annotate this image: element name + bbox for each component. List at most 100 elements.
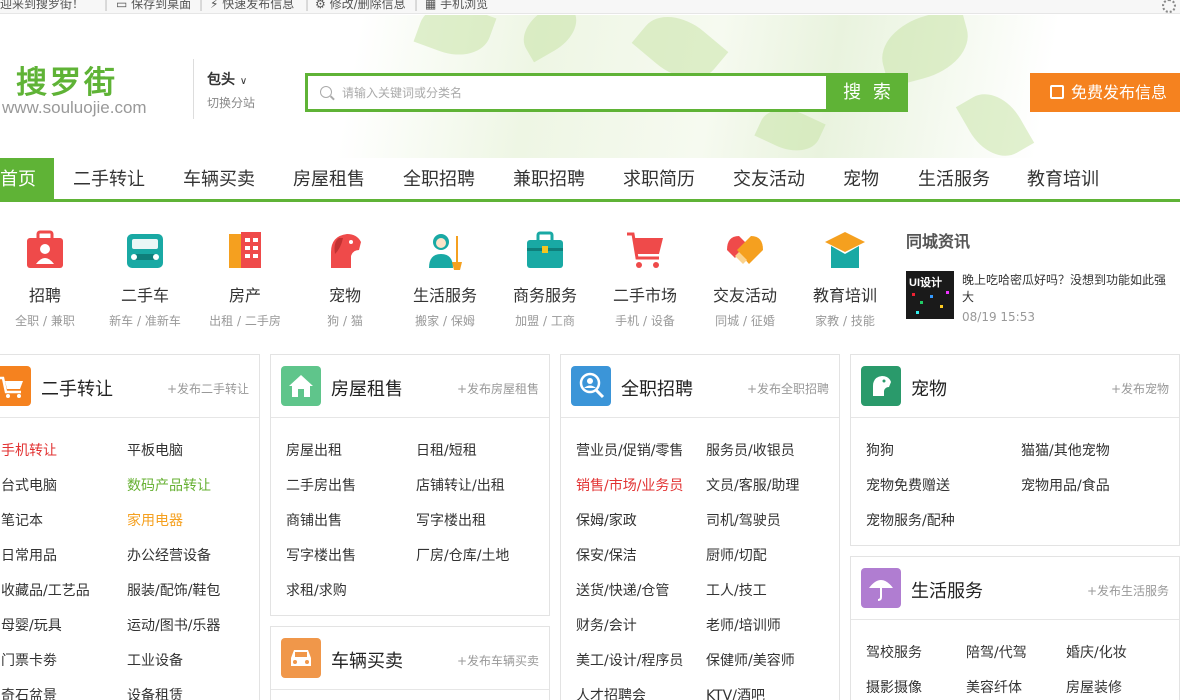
category-link[interactable]: 司机/驾驶员: [706, 510, 781, 530]
category-link[interactable]: 数码产品转让: [127, 475, 211, 495]
save-desktop-link[interactable]: ▭ 保存到桌面: [116, 0, 191, 10]
category-link[interactable]: 写字楼出租: [416, 510, 486, 530]
panel-post-link[interactable]: +发布全职招聘: [747, 380, 829, 397]
mobile-link[interactable]: ▦ 手机浏览: [425, 0, 488, 10]
quick-post-link[interactable]: ⚡ 快速发布信息: [210, 0, 294, 10]
nav-item-home[interactable]: 首页: [0, 158, 54, 199]
category-link[interactable]: 奇石盆景: [1, 685, 57, 700]
nav-item-resumes[interactable]: 求职简历: [623, 158, 695, 199]
city-switch-link[interactable]: 切换分站: [207, 94, 255, 111]
panel-title[interactable]: 宠物: [911, 375, 947, 401]
category-link[interactable]: 宠物用品/食品: [1021, 475, 1110, 495]
category-link[interactable]: 美工/设计/程序员: [576, 650, 683, 670]
building-icon: [223, 228, 267, 272]
category-link[interactable]: 宠物免费赠送: [866, 475, 950, 495]
category-link[interactable]: 陪驾/代驾: [966, 642, 1027, 662]
nav-item-life-services[interactable]: 生活服务: [918, 158, 990, 199]
category-link[interactable]: 销售/市场/业务员: [576, 475, 683, 495]
panel-title[interactable]: 车辆买卖: [331, 647, 403, 673]
category-link[interactable]: 日常用品: [1, 545, 57, 565]
category-jobs[interactable]: 招聘 全职 / 兼职: [0, 228, 90, 329]
category-link[interactable]: 工人/技工: [706, 580, 767, 600]
category-pets[interactable]: 宠物 狗 / 猫: [300, 228, 390, 329]
category-link[interactable]: 工业设备: [127, 650, 183, 670]
category-secondhand-market[interactable]: 二手市场 手机 / 设备: [600, 228, 690, 329]
search-input[interactable]: [342, 76, 822, 109]
category-link[interactable]: 房屋出租: [286, 440, 342, 460]
category-link[interactable]: KTV/酒吧: [706, 685, 765, 700]
category-life-services[interactable]: 生活服务 搬家 / 保姆: [400, 228, 490, 329]
panel-post-link[interactable]: +发布车辆买卖: [457, 652, 539, 669]
category-link[interactable]: 门票卡劵: [1, 650, 57, 670]
panel-post-link[interactable]: +发布房屋租售: [457, 380, 539, 397]
news-headline[interactable]: 晚上吃哈密瓜好吗？没想到功能如此强大: [962, 272, 1172, 306]
category-link[interactable]: 美容纤体: [966, 677, 1022, 697]
edit-delete-link[interactable]: ⚙ 修改/删除信息: [315, 0, 406, 10]
category-link[interactable]: 文员/客服/助理: [706, 475, 799, 495]
category-used-cars[interactable]: 二手车 新车 / 准新车: [100, 228, 190, 329]
category-link[interactable]: 保健师/美容师: [706, 650, 795, 670]
nav-item-dating[interactable]: 交友活动: [733, 158, 805, 199]
category-link[interactable]: 保安/保洁: [576, 545, 637, 565]
panel-post-link[interactable]: +发布生活服务: [1087, 582, 1169, 599]
category-link[interactable]: 笔记本: [1, 510, 43, 530]
category-dating[interactable]: 交友活动 同城 / 征婚: [700, 228, 790, 329]
category-link[interactable]: 台式电脑: [1, 475, 57, 495]
category-link[interactable]: 驾校服务: [866, 642, 922, 662]
category-link[interactable]: 家用电器: [127, 510, 183, 530]
category-link[interactable]: 人才招聘会: [576, 685, 646, 700]
loading-spinner-icon: [1162, 0, 1176, 13]
category-link[interactable]: 写字楼出售: [286, 545, 356, 565]
category-link[interactable]: 服务员/收银员: [706, 440, 795, 460]
category-link[interactable]: 二手房出售: [286, 475, 356, 495]
category-link[interactable]: 平板电脑: [127, 440, 183, 460]
category-link[interactable]: 母婴/玩具: [1, 615, 62, 635]
category-business[interactable]: 商务服务 加盟 / 工商: [500, 228, 590, 329]
panel-post-link[interactable]: +发布二手转让: [167, 380, 249, 397]
nav-item-pets[interactable]: 宠物: [843, 158, 879, 199]
nav-item-housing[interactable]: 房屋租售: [293, 158, 365, 199]
category-link[interactable]: 求租/求购: [286, 580, 347, 600]
category-link[interactable]: 商铺出售: [286, 510, 342, 530]
panel-title[interactable]: 房屋租售: [331, 375, 403, 401]
category-link[interactable]: 营业员/促销/零售: [576, 440, 683, 460]
nav-item-parttime-jobs[interactable]: 兼职招聘: [513, 158, 585, 199]
category-link[interactable]: 宠物服务/配种: [866, 510, 955, 530]
panel-post-link[interactable]: +发布宠物: [1111, 380, 1169, 397]
category-link[interactable]: 店铺转让/出租: [416, 475, 505, 495]
category-real-estate[interactable]: 房产 出租 / 二手房: [200, 228, 290, 329]
category-link[interactable]: 厨师/切配: [706, 545, 767, 565]
panel-title[interactable]: 生活服务: [911, 577, 983, 603]
category-link[interactable]: 婚庆/化妆: [1066, 642, 1127, 662]
category-link[interactable]: 送货/快递/仓管: [576, 580, 669, 600]
panel-life-services: 生活服务 +发布生活服务 驾校服务 陪驾/代驾 婚庆/化妆 摄影摄像 美容纤体 …: [850, 556, 1180, 700]
category-link[interactable]: 保姆/家政: [576, 510, 637, 530]
search-button[interactable]: 搜 索: [829, 73, 908, 112]
category-link[interactable]: 日租/短租: [416, 440, 477, 460]
category-subtitle: 家教 / 技能: [815, 314, 875, 328]
category-link[interactable]: 手机转让: [1, 440, 57, 460]
category-link[interactable]: 收藏品/工艺品: [1, 580, 90, 600]
site-logo[interactable]: 搜罗街: [16, 57, 118, 102]
nav-item-fulltime-jobs[interactable]: 全职招聘: [403, 158, 475, 199]
city-selector[interactable]: 包头 ∨: [207, 69, 247, 89]
panel-title[interactable]: 全职招聘: [621, 375, 693, 401]
news-thumbnail[interactable]: UI设计: [906, 271, 954, 319]
category-link[interactable]: 厂房/仓库/土地: [416, 545, 509, 565]
nav-item-education[interactable]: 教育培训: [1027, 158, 1099, 199]
nav-item-secondhand[interactable]: 二手转让: [73, 158, 145, 199]
category-link[interactable]: 老师/培训师: [706, 615, 781, 635]
category-education[interactable]: 教育培训 家教 / 技能: [800, 228, 890, 329]
category-link[interactable]: 运动/图书/乐器: [127, 615, 220, 635]
category-link[interactable]: 办公经营设备: [127, 545, 211, 565]
category-link[interactable]: 摄影摄像: [866, 677, 922, 697]
category-link[interactable]: 服装/配饰/鞋包: [127, 580, 220, 600]
category-link[interactable]: 猫猫/其他宠物: [1021, 440, 1110, 460]
panel-title[interactable]: 二手转让: [41, 375, 113, 401]
nav-item-vehicles[interactable]: 车辆买卖: [183, 158, 255, 199]
category-link[interactable]: 财务/会计: [576, 615, 637, 635]
category-link[interactable]: 房屋装修: [1066, 677, 1122, 697]
category-link[interactable]: 狗狗: [866, 440, 894, 460]
free-post-button[interactable]: 免费发布信息: [1030, 73, 1180, 112]
category-link[interactable]: 设备租赁: [127, 685, 183, 700]
